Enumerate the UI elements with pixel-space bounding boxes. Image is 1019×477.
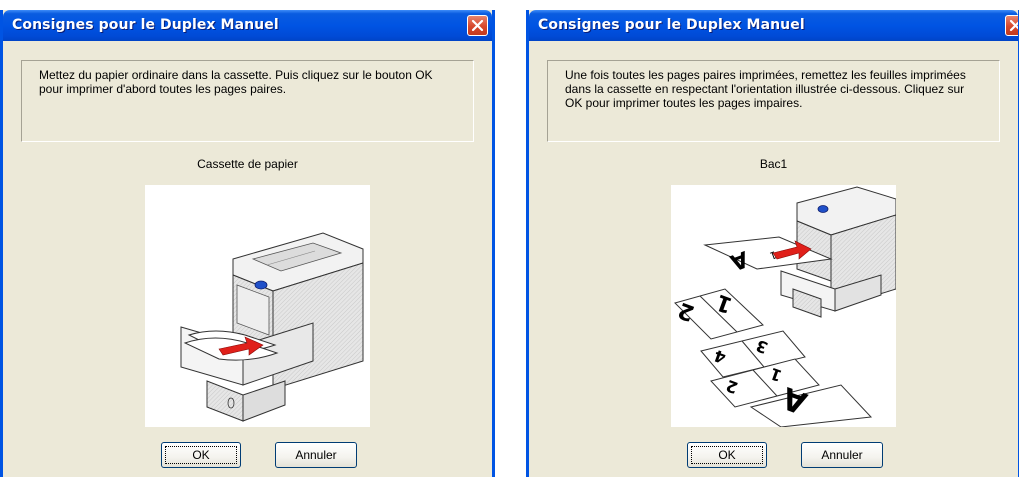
title-bar[interactable]: Consignes pour le Duplex Manuel bbox=[529, 10, 1018, 41]
title-bar[interactable]: Consignes pour le Duplex Manuel bbox=[3, 10, 492, 41]
ok-button-label: OK bbox=[691, 446, 763, 464]
duplex-dialog-even-pages: Consignes pour le Duplex Manuel Mettez d… bbox=[0, 10, 495, 477]
dialog-title: Consignes pour le Duplex Manuel bbox=[12, 17, 279, 33]
instruction-text: Mettez du papier ordinaire dans la casse… bbox=[39, 68, 433, 96]
instruction-text: Une fois toutes les pages paires imprimé… bbox=[565, 68, 966, 110]
duplex-dialog-odd-pages: Consignes pour le Duplex Manuel Une fois… bbox=[526, 10, 1019, 477]
close-button[interactable] bbox=[1005, 15, 1018, 36]
close-icon bbox=[471, 19, 484, 32]
close-button[interactable] bbox=[467, 15, 488, 36]
ok-button[interactable]: OK bbox=[687, 442, 767, 468]
close-icon bbox=[1009, 19, 1018, 32]
printer-tray-illustration: A 1 2 1 4 3 2 1 A bbox=[671, 185, 897, 428]
illustration-caption: Bac1 bbox=[759, 157, 788, 171]
printer-button-icon bbox=[254, 280, 268, 290]
ok-button-label: OK bbox=[165, 446, 237, 464]
instruction-panel: Mettez du papier ordinaire dans la casse… bbox=[21, 60, 474, 142]
cancel-button[interactable]: Annuler bbox=[801, 442, 883, 468]
dialog-title: Consignes pour le Duplex Manuel bbox=[538, 17, 805, 33]
printer-cassette-illustration bbox=[145, 185, 370, 427]
printer-button-icon bbox=[817, 205, 829, 213]
instruction-panel: Une fois toutes les pages paires imprimé… bbox=[547, 60, 1000, 142]
illustration-caption: Cassette de papier bbox=[197, 157, 298, 171]
ok-button[interactable]: OK bbox=[161, 442, 241, 468]
cancel-button[interactable]: Annuler bbox=[275, 442, 357, 468]
